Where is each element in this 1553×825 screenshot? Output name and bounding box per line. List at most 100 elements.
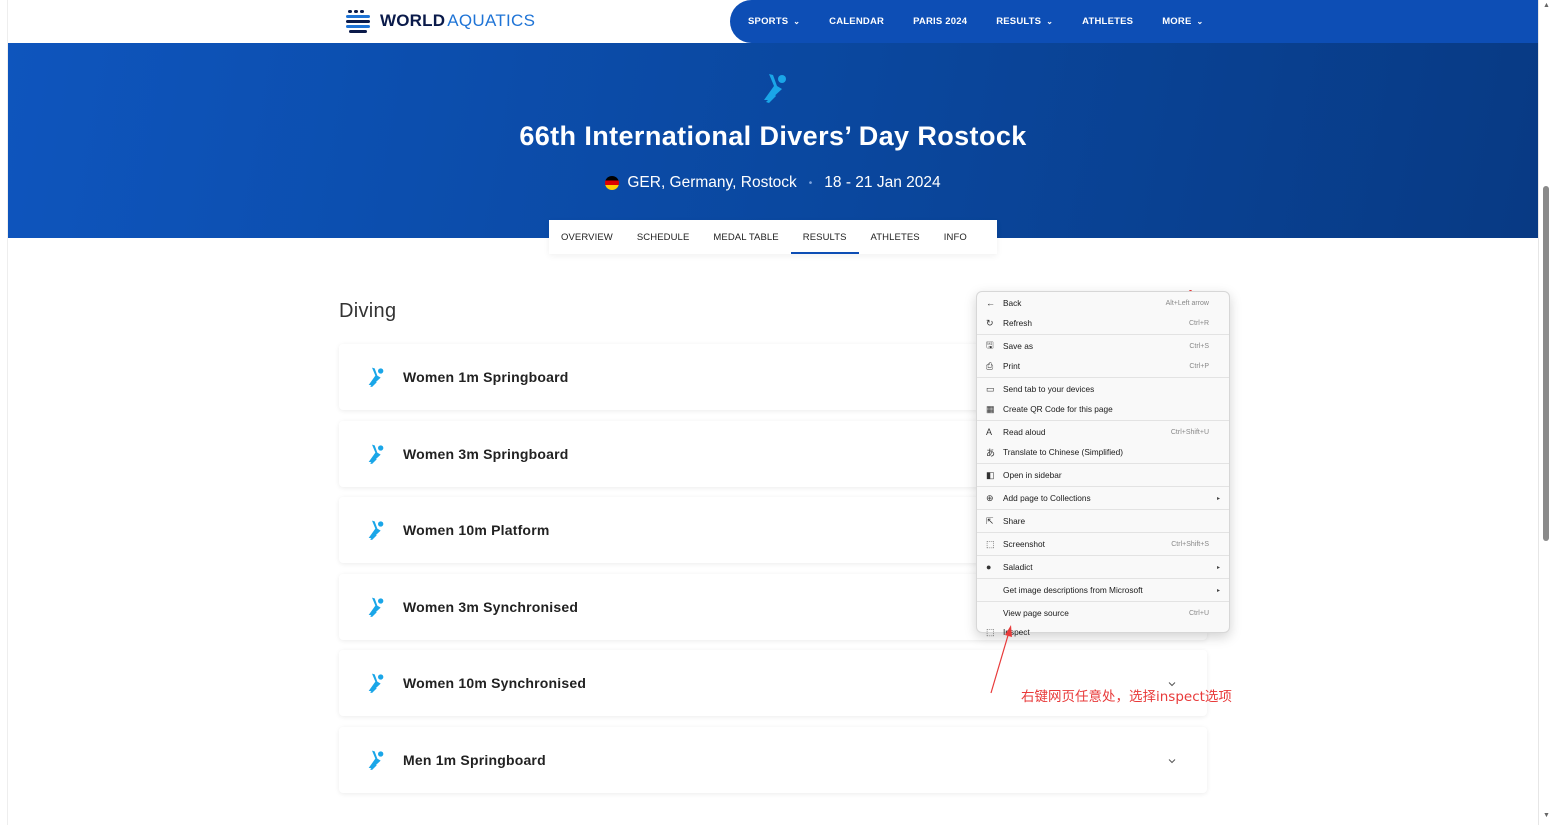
context-menu-item-label: Share [1003,516,1026,526]
event-accordion-item[interactable]: Women 10m Synchronised [339,650,1207,717]
context-menu-item-label: Inspect [1003,627,1030,637]
context-menu-item-save-as[interactable]: 🖫 Save as Ctrl+S [977,336,1229,356]
event-name: Women 1m Springboard [403,369,569,385]
event-location: GER, Germany, Rostock [627,174,797,191]
context-menu-item-label: Save as [1003,341,1033,351]
event-name: Men 1m Springboard [403,752,546,768]
save-icon: 🖫 [986,340,994,350]
context-menu-item-translate-to-chinese-simplified[interactable]: あ Translate to Chinese (Simplified) [977,442,1229,462]
context-menu-item-label: View page source [1003,608,1069,618]
chevron-down-icon[interactable] [1167,753,1177,764]
page-scrollbar[interactable]: ▲ ▼ [1538,0,1553,825]
menu-separator [977,377,1229,378]
keyboard-shortcut: Ctrl+P [1189,362,1209,370]
refresh-icon: ↻ [986,317,994,328]
context-menu-item-saladict[interactable]: ● Saladict ▸ [977,557,1229,577]
context-menu-item-label: Refresh [1003,318,1033,328]
nav-item-label: RESULTS [996,16,1042,27]
nav-item-calendar[interactable]: CALENDAR [829,16,884,27]
submenu-arrow-icon: ▸ [1216,495,1220,502]
nav-item-label: SPORTS [748,16,789,27]
nav-item-label: MORE [1162,16,1192,27]
chevron-down-icon: ⌄ [1196,17,1204,26]
nav-item-athletes[interactable]: ATHLETES [1082,16,1133,27]
submenu-arrow-icon: ▸ [1216,587,1220,594]
chevron-down-icon: ⌄ [793,17,801,26]
logo-word-aquatics: AQUATICS [447,11,536,30]
subnav-tab-info[interactable]: INFO [932,220,979,254]
event-subnav: OVERVIEW SCHEDULE MEDAL TABLE RESULTS ATHLET… [549,220,997,254]
world-aquatics-logo[interactable]: WORLD AQUATICS [345,8,535,34]
menu-separator [977,578,1229,579]
event-accordion-item[interactable]: Men 1m Springboard [339,727,1207,793]
diving-icon [366,749,386,771]
subnav-tab-schedule[interactable]: SCHEDULE [625,220,702,254]
context-menu-item-refresh[interactable]: ↻ Refresh Ctrl+R [977,313,1229,333]
context-menu-item-label: Add page to Collections [1003,493,1091,503]
event-name: Women 3m Springboard [403,445,569,462]
context-menu-item-label: Screenshot [1003,539,1045,549]
context-menu-item-label: Saladict [1003,562,1033,572]
share-icon: ⇱ [986,515,994,526]
annotation-text: 右键网页任意处，选择inspect选项 [1021,689,1232,705]
event-title: 66th International Divers’ Day Rostock [519,121,1027,151]
event-dates: 18 - 21 Jan 2024 [824,174,941,191]
context-menu-item-print[interactable]: ⎙ Print Ctrl+P [977,356,1229,376]
keyboard-shortcut: Ctrl+Shift+U [1170,428,1209,436]
subnav-tab-medal-table[interactable]: MEDAL TABLE [701,220,790,254]
screenshot-icon: ⬚ [986,538,995,549]
context-menu-item-back[interactable]: ← Back Alt+Left arrow [977,293,1229,313]
nav-item-label: PARIS 2024 [913,16,968,27]
context-menu-item-view-page-source[interactable]: View page source Ctrl+U [977,603,1229,623]
menu-separator [977,555,1229,556]
menu-separator [977,509,1229,510]
germany-flag-icon [605,176,620,190]
scroll-down-arrow-icon[interactable]: ▼ [1543,812,1550,819]
context-menu-item-read-aloud[interactable]: A Read aloud Ctrl+Shift+U [977,422,1229,442]
context-menu-item-add-page-to-collections[interactable]: ⊕ Add page to Collections ▸ [977,488,1229,508]
keyboard-shortcut: Ctrl+Shift+S [1171,540,1209,548]
keyboard-shortcut: Alt+Left arrow [1165,299,1209,307]
context-menu-item-create-qr-code-for-this-page[interactable]: ▦ Create QR Code for this page [977,399,1229,419]
logo-mark-icon [346,10,370,33]
nav-item-more[interactable]: MORE ⌄ [1162,16,1203,27]
context-menu-item-open-in-sidebar[interactable]: ◧ Open in sidebar [977,465,1229,485]
qr-code-icon: ▦ [986,403,995,414]
nav-item-sports[interactable]: SPORTS ⌄ [748,16,800,27]
context-menu-item-share[interactable]: ⇱ Share [977,511,1229,531]
sidebar-icon: ◧ [986,469,995,480]
scroll-up-arrow-icon[interactable]: ▲ [1543,2,1550,9]
read-aloud-icon: A [986,427,993,437]
context-menu-item-label: Send tab to your devices [1003,384,1095,394]
send-tab-icon: ▭ [986,383,995,394]
nav-item-paris-2024[interactable]: PARIS 2024 [913,16,967,27]
annotation-arrow [990,625,1012,694]
diving-icon [366,366,386,388]
nav-item-results[interactable]: RESULTS ⌄ [996,16,1053,27]
event-name: Women 10m Synchronised [403,675,587,692]
collections-icon: ⊕ [986,492,994,503]
context-menu-item-send-tab-to-your-devices[interactable]: ▭ Send tab to your devices [977,379,1229,399]
logo-word-world: WORLD [380,11,446,30]
context-menu-item-screenshot[interactable]: ⬚ Screenshot Ctrl+Shift+S [977,534,1229,554]
context-menu-item-label: Open in sidebar [1003,470,1062,480]
event-meta: GER, Germany, Rostock • 18 - 21 Jan 2024 [8,174,1538,192]
nav-item-label: ATHLETES [1082,16,1134,27]
submenu-arrow-icon: ▸ [1216,564,1220,571]
keyboard-shortcut: Ctrl+R [1188,319,1209,327]
chevron-down-icon: ⌄ [1046,17,1054,26]
event-name: Women 10m Platform [403,522,550,539]
menu-separator [977,420,1229,421]
subnav-tab-athletes[interactable]: ATHLETES [859,220,932,254]
event-name: Women 3m Synchronised [403,598,579,615]
menu-separator [977,532,1229,533]
scrollbar-thumb[interactable] [1543,186,1549,541]
browser-context-menu: ← Back Alt+Left arrow ↻ Refresh Ctrl+R 🖫 Save a… [976,291,1230,637]
keyboard-shortcut: Ctrl+S [1189,342,1209,350]
context-menu-item-label: Print [1003,361,1021,371]
diving-icon [764,74,786,103]
diving-icon [366,596,386,618]
subnav-tab-results[interactable]: RESULTS [790,220,859,254]
subnav-tab-overview[interactable]: OVERVIEW [549,220,625,254]
context-menu-item-get-image-descriptions-from-microsoft[interactable]: Get image descriptions from Microsoft ▸ [977,580,1229,600]
